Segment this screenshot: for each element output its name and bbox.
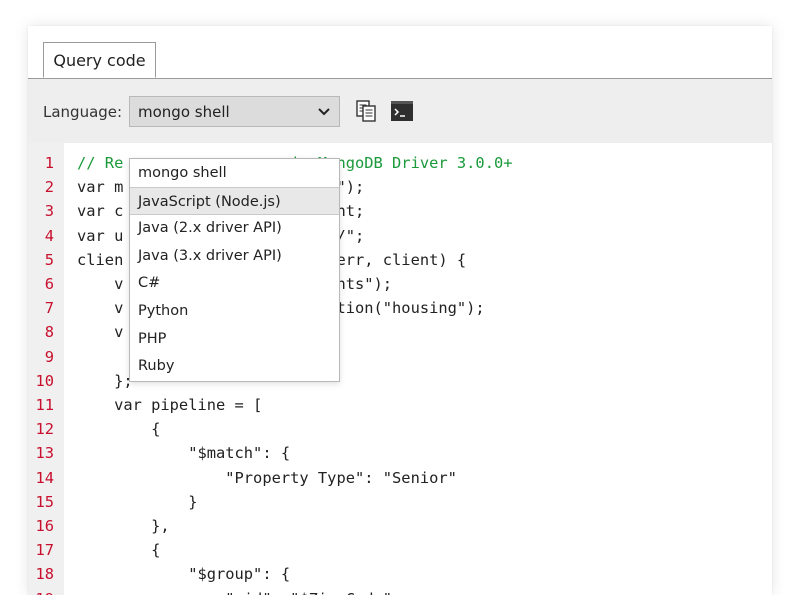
query-code-panel: Query code Language: mongo shell 1 // Re… — [28, 26, 772, 595]
line-number: 2 — [44, 178, 54, 197]
stage: Query code Language: mongo shell 1 // Re… — [0, 0, 800, 595]
language-option[interactable]: Java (2.x driver API) — [130, 214, 339, 242]
tab-bar: Query code — [28, 26, 772, 79]
code-text: "$group": { — [77, 565, 291, 584]
code-text: } — [77, 492, 198, 511]
line-number: 11 — [35, 396, 54, 414]
line-number: 13 — [35, 444, 54, 463]
language-dropdown-menu: mongo shell JavaScript (Node.js) Java (2.x… — [129, 158, 340, 382]
line-number: 6 — [44, 275, 54, 293]
code-text: }; — [77, 371, 133, 390]
code-text: { — [77, 420, 161, 439]
line-number: 16 — [35, 517, 54, 535]
line-number: 7 — [44, 299, 54, 318]
language-option[interactable]: Ruby — [130, 352, 339, 380]
language-label: Language: — [43, 103, 123, 121]
code-text: { — [77, 541, 161, 560]
line-number: 5 — [44, 250, 54, 269]
language-select[interactable]: mongo shell — [129, 96, 340, 127]
terminal-icon[interactable] — [390, 99, 414, 123]
language-option[interactable]: Python — [130, 297, 339, 325]
line-number: 18 — [35, 565, 54, 584]
language-option[interactable]: mongo shell — [130, 159, 339, 187]
line-number: 17 — [35, 541, 54, 560]
language-select-value: mongo shell — [138, 103, 230, 121]
copy-icon[interactable] — [354, 99, 378, 123]
language-option[interactable]: Java (3.x driver API) — [130, 242, 339, 270]
language-option[interactable]: C# — [130, 269, 339, 297]
tab-query-code[interactable]: Query code — [43, 42, 156, 78]
code-text: "_id": "$Zip Code", — [77, 587, 401, 595]
line-number: 4 — [44, 226, 54, 245]
line-number: 8 — [44, 323, 54, 342]
line-number: 14 — [35, 468, 54, 487]
line-number: 3 — [44, 202, 54, 221]
code-text: "Property Type": "Senior" — [77, 468, 457, 487]
line-number: 19 — [28, 587, 54, 595]
line-number: 9 — [44, 347, 54, 366]
line-number: 15 — [35, 492, 54, 511]
code-text: v — [77, 323, 124, 342]
line-number: 1 — [44, 154, 54, 172]
chevron-down-icon — [318, 108, 330, 116]
code-text: "$match": { — [77, 444, 291, 463]
toolbar: Language: mongo shell — [28, 79, 772, 143]
line-number: 10 — [35, 371, 54, 390]
code-text: var pipeline = [ — [77, 396, 263, 414]
language-option[interactable]: JavaScript (Node.js) — [130, 186, 339, 215]
code-text: }, — [77, 517, 170, 535]
line-number: 12 — [35, 420, 54, 439]
language-option[interactable]: PHP — [130, 325, 339, 353]
